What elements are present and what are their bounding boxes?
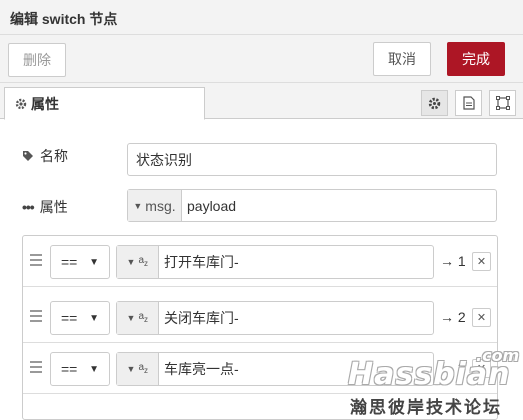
gear-icon xyxy=(15,98,27,109)
operator-value: == xyxy=(61,310,78,326)
property-label-wrap: ••• 属性 xyxy=(22,197,127,217)
rule-row: == ▼ ▼ az 关闭车库门- → 2 ✕ xyxy=(23,292,497,343)
chevron-down-icon: ▼ xyxy=(89,312,99,324)
drag-handle-icon[interactable] xyxy=(30,361,42,373)
gear-icon xyxy=(428,97,441,109)
watermark-text: 瀚思彼岸技术论坛 xyxy=(350,398,502,417)
name-label: 名称 xyxy=(40,148,68,164)
dialog-toolbar: 删除 取消 完成 xyxy=(0,35,523,83)
dialog-title: 编辑 switch 节点 xyxy=(0,0,523,35)
rule-value[interactable]: 关闭车库门- xyxy=(159,302,433,334)
ellipsis-icon: ••• xyxy=(22,199,35,215)
property-type-select[interactable]: ▼ msg. xyxy=(128,190,182,221)
property-value[interactable]: payload xyxy=(182,190,496,221)
operator-select[interactable]: == ▼ xyxy=(50,245,110,279)
drag-handle-icon[interactable] xyxy=(30,310,42,322)
tab-properties-label: 属性 xyxy=(31,95,59,112)
operator-select[interactable]: == ▼ xyxy=(50,301,110,335)
close-icon: ✕ xyxy=(476,312,487,324)
rule-type-select[interactable]: ▼ az xyxy=(117,353,159,385)
cancel-button[interactable]: 取消 xyxy=(373,42,431,76)
rule-output: → 1 xyxy=(440,253,466,269)
property-input[interactable]: ▼ msg. payload xyxy=(127,189,497,222)
operator-value: == xyxy=(61,254,78,270)
property-type-label: msg. xyxy=(145,197,176,214)
watermark-logo: Hassbian xyxy=(348,357,511,392)
tab-appearance[interactable] xyxy=(489,90,516,116)
caret-down-icon: ▼ xyxy=(126,313,136,323)
caret-down-icon: ▼ xyxy=(133,200,143,211)
rule-value-input[interactable]: ▼ az 打开车库门- xyxy=(116,245,434,279)
property-row: ••• 属性 xyxy=(22,197,127,217)
close-icon: ✕ xyxy=(476,256,487,268)
string-type-icon: az xyxy=(138,254,149,268)
name-input[interactable]: 状态识别 xyxy=(127,143,497,176)
property-label: 属性 xyxy=(39,199,68,215)
tab-properties[interactable]: 属性 xyxy=(4,87,205,120)
document-icon xyxy=(462,96,475,110)
rule-value[interactable]: 打开车库门- xyxy=(159,246,433,278)
tab-bar: 属性 xyxy=(0,83,523,120)
tab-settings[interactable] xyxy=(421,90,448,116)
frame-icon xyxy=(495,96,510,110)
chevron-down-icon: ▼ xyxy=(89,363,99,375)
tab-description[interactable] xyxy=(455,90,482,116)
rule-type-select[interactable]: ▼ az xyxy=(117,302,159,334)
rule-type-select[interactable]: ▼ az xyxy=(117,246,159,278)
string-type-icon: az xyxy=(138,361,149,375)
caret-down-icon: ▼ xyxy=(126,257,136,267)
rule-row: == ▼ ▼ az 打开车库门- → 1 ✕ xyxy=(23,236,497,287)
watermark: .com Hassbian 瀚思彼岸技术论坛 xyxy=(340,345,523,420)
operator-value: == xyxy=(61,361,78,377)
delete-button[interactable]: 删除 xyxy=(8,43,66,77)
remove-rule-button[interactable]: ✕ xyxy=(472,252,491,271)
tag-icon xyxy=(23,151,33,161)
drag-handle-icon[interactable] xyxy=(30,254,42,266)
chevron-down-icon: ▼ xyxy=(89,256,99,268)
string-type-icon: az xyxy=(138,310,149,324)
caret-down-icon: ▼ xyxy=(126,364,136,374)
remove-rule-button[interactable]: ✕ xyxy=(472,308,491,327)
rule-output: → 2 xyxy=(440,309,466,325)
name-label-wrap: 名称 xyxy=(22,146,127,166)
name-row: 名称 xyxy=(22,146,127,166)
done-button[interactable]: 完成 xyxy=(447,42,505,76)
rule-value-input[interactable]: ▼ az 关闭车库门- xyxy=(116,301,434,335)
operator-select[interactable]: == ▼ xyxy=(50,352,110,386)
